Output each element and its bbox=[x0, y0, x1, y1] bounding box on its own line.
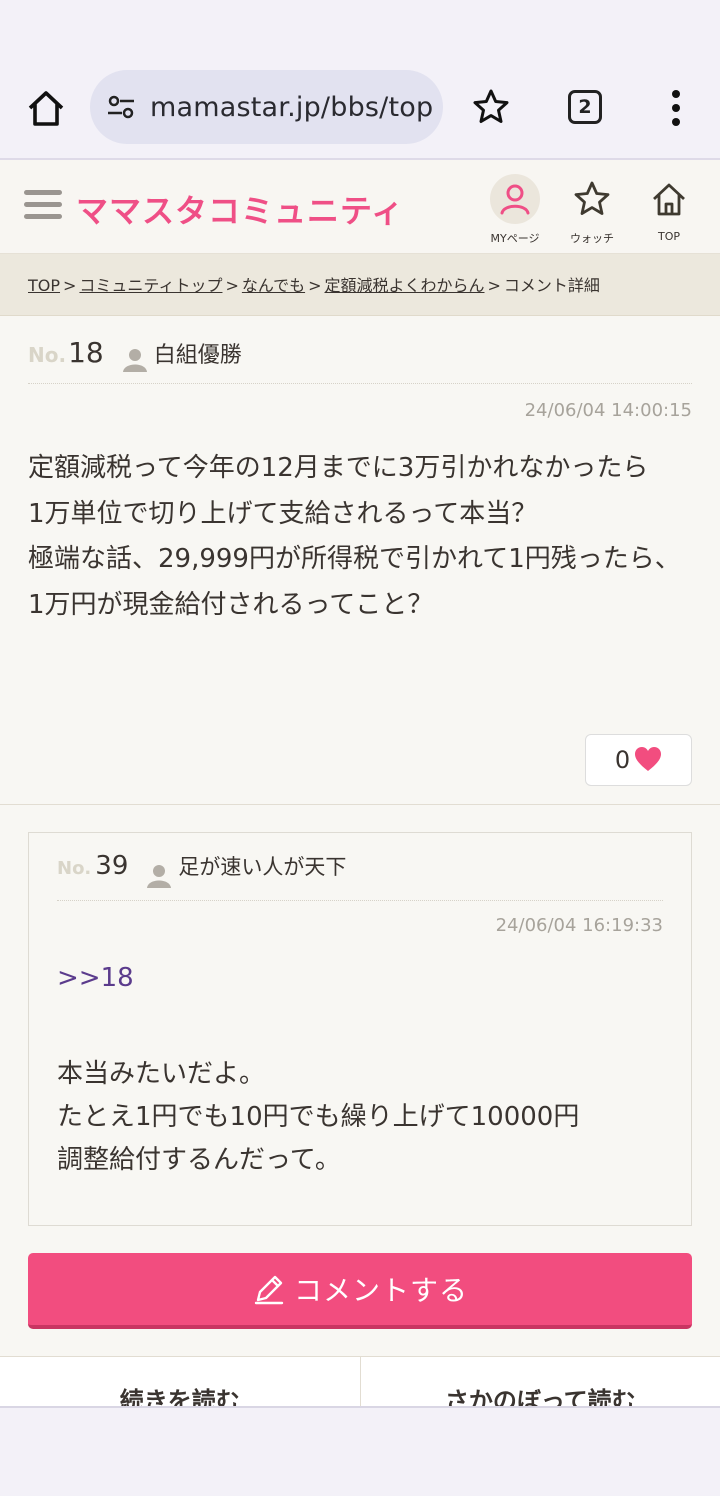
post-user-name: 白組優勝 bbox=[153, 343, 242, 368]
watch-label: ウォッチ bbox=[570, 232, 614, 245]
post-line: 1万円が現金給付されるってこと？ bbox=[28, 589, 434, 620]
reply-line: たとえ1円でも10円でも繰り上げて10000円 bbox=[57, 1102, 580, 1132]
home-icon bbox=[644, 174, 694, 224]
comment-button-label: コメントする bbox=[293, 1274, 468, 1307]
browser-toolbar: mamastar.jp/bbs/top 2 bbox=[0, 0, 720, 160]
post-line: 極端な話、29,999円が所得税で引かれて1円残ったら、 bbox=[28, 544, 681, 574]
system-navigation-bar bbox=[0, 1406, 720, 1496]
breadcrumb-current: コメント詳細 bbox=[503, 276, 600, 295]
comment-detail: No. 18 白組優勝 24/06/04 14:00:15 定額減税って今年の1… bbox=[0, 316, 720, 1408]
post-number[interactable]: 18 bbox=[68, 336, 104, 369]
post-no-label: No. bbox=[28, 343, 67, 367]
post-header: No. 18 白組優勝 bbox=[28, 336, 692, 384]
top-link[interactable]: TOP bbox=[634, 174, 704, 243]
like-count: 0 bbox=[614, 746, 631, 774]
site-settings-icon[interactable] bbox=[106, 92, 136, 122]
pagination-row: 続きを読む さかのぼって読む bbox=[0, 1356, 720, 1408]
reply-line: 調整給付するんだって。 bbox=[57, 1145, 341, 1175]
reply-user-name: 足が速い人が天下 bbox=[178, 855, 347, 879]
post-line: 1万単位で切り上げて支給されるって本当？ bbox=[28, 498, 538, 529]
read-next-button[interactable]: 続きを読む bbox=[0, 1357, 360, 1408]
breadcrumb-thread[interactable]: 定額減税よくわからん bbox=[324, 276, 484, 295]
post-timestamp: 24/06/04 14:00:15 bbox=[524, 400, 692, 421]
address-bar[interactable]: mamastar.jp/bbs/top bbox=[90, 70, 443, 144]
tab-switcher-button[interactable]: 2 bbox=[568, 90, 602, 124]
pencil-icon bbox=[254, 1275, 284, 1305]
read-back-button[interactable]: さかのぼって読む bbox=[359, 1357, 720, 1408]
breadcrumb-community-top[interactable]: コミュニティトップ bbox=[79, 276, 222, 295]
home-icon[interactable] bbox=[24, 86, 68, 130]
my-page-link[interactable]: MYページ bbox=[480, 174, 550, 246]
bookmark-star-icon[interactable] bbox=[472, 88, 510, 126]
reply-anchor-link[interactable]: >>18 bbox=[57, 963, 134, 993]
reply-line: 本当みたいだよ。 bbox=[57, 1059, 266, 1089]
url-text: mamastar.jp/bbs/top bbox=[150, 91, 434, 123]
site-header: ママスタコミュニティ MYページ ウォッチ TOP bbox=[0, 160, 720, 254]
user-icon bbox=[147, 864, 172, 888]
post-line: 定額減税って今年の12月までに3万引かれなかったら bbox=[28, 453, 649, 483]
reply-card: No. 39 足が速い人が天下 24/06/04 16:19:33 >>18 本… bbox=[28, 832, 692, 1226]
like-button[interactable]: 0 bbox=[585, 734, 692, 786]
user-icon bbox=[122, 348, 147, 372]
user-avatar-icon bbox=[490, 174, 540, 224]
site-logo[interactable]: ママスタコミュニティ bbox=[76, 186, 404, 232]
reply-timestamp: 24/06/04 16:19:33 bbox=[495, 915, 663, 936]
hamburger-menu-icon[interactable] bbox=[24, 190, 62, 224]
post-body: 定額減税って今年の12月までに3万引かれなかったら 1万単位で切り上げて支給され… bbox=[28, 446, 692, 628]
comment-button[interactable]: コメントする bbox=[28, 1253, 692, 1329]
top-label: TOP bbox=[657, 230, 680, 243]
breadcrumb-top[interactable]: TOP bbox=[28, 276, 60, 295]
watch-link[interactable]: ウォッチ bbox=[557, 174, 627, 246]
breadcrumb: TOP > コミュニティトップ > なんでも > 定額減税よくわからん > コメント詳細 bbox=[0, 254, 720, 316]
my-page-label: MYページ bbox=[490, 232, 540, 245]
reply-no-label: No. bbox=[57, 858, 92, 879]
more-vert-icon[interactable] bbox=[666, 88, 686, 128]
reply-header: No. 39 足が速い人が天下 bbox=[57, 851, 663, 901]
reply-body: 本当みたいだよ。 たとえ1円でも10円でも繰り上げて10000円 調整給付するん… bbox=[57, 1053, 663, 1182]
watch-star-icon bbox=[567, 174, 617, 224]
breadcrumb-nandemo[interactable]: なんでも bbox=[242, 276, 305, 295]
reply-number[interactable]: 39 bbox=[95, 851, 128, 881]
heart-icon bbox=[635, 747, 662, 771]
divider bbox=[0, 804, 720, 805]
